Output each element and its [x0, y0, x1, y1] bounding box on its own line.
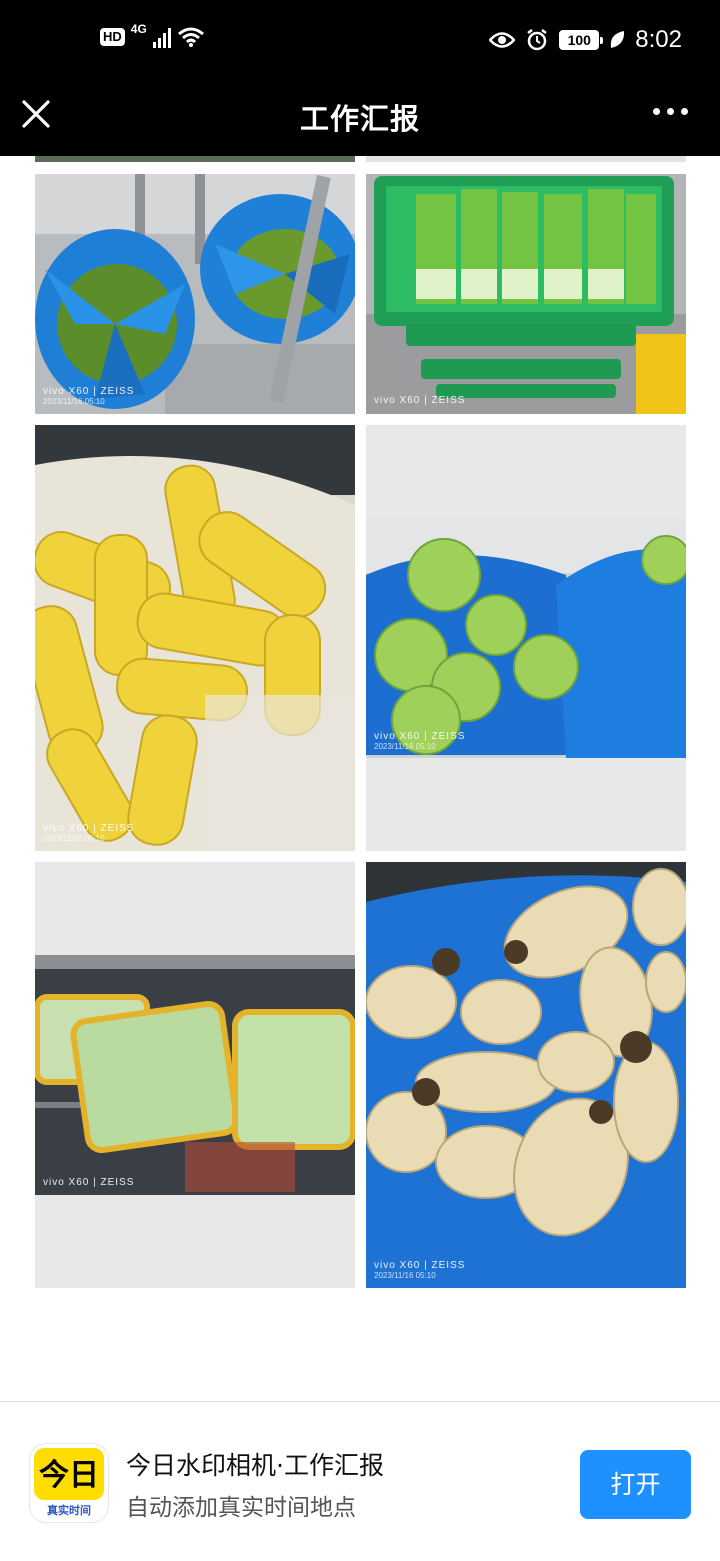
photo-tile[interactable]: vivo X60 | ZEISS 2023/11/16 05:10 [35, 174, 355, 414]
photo-tile[interactable]: vivo X60 | ZEISS 2023/11/16 05:10 [366, 862, 686, 1288]
photo-watermark: vivo X60 | ZEISS [374, 395, 466, 406]
app-logo-caption: 真实时间 [47, 1504, 91, 1517]
photo-watermark: vivo X60 | ZEISS 2023/11/16 05:10 [43, 823, 135, 843]
network-type: 4G [130, 22, 147, 36]
status-right: 100 8:02 [489, 26, 682, 54]
photo-tile[interactable]: vivo X60 | ZEISS [35, 862, 355, 1288]
more-icon[interactable] [653, 108, 688, 115]
photo-tile-partial-left[interactable] [35, 156, 355, 162]
eye-icon [489, 32, 516, 48]
photo-watermark: vivo X60 | ZEISS 2023/11/16 05:10 [374, 1260, 466, 1280]
photo-grid: vivo X60 | ZEISS 2023/11/16 05:10 vivo X… [0, 156, 720, 1401]
photo-watermark: vivo X60 | ZEISS 2023/11/16 05:10 [43, 386, 135, 406]
app-logo-icon[interactable]: 今日 真实时间 [30, 1444, 108, 1522]
photo-tile-partial-right[interactable] [366, 156, 686, 162]
alarm-icon [527, 29, 548, 51]
photo-tile[interactable]: vivo X60 | ZEISS [366, 174, 686, 414]
status-left: HD 4G [100, 22, 205, 48]
navigation-bar: 工作汇报 [0, 82, 720, 156]
photo-tile[interactable]: vivo X60 | ZEISS 2023/11/16 05:10 [366, 425, 686, 851]
photo-tile[interactable]: vivo X60 | ZEISS 2023/11/16 05:10 [35, 425, 355, 851]
battery-icon: 100 [559, 30, 604, 50]
app-download-banner: 今日 真实时间 今日水印相机·工作汇报 自动添加真实时间地点 打开 [0, 1401, 720, 1561]
wifi-icon [177, 27, 204, 47]
photo-watermark: vivo X60 | ZEISS [43, 1177, 135, 1188]
app-logo-text: 今日 [39, 1458, 99, 1493]
photo-watermark: vivo X60 | ZEISS 2023/11/16 05:10 [374, 731, 466, 751]
signal-icon [152, 26, 171, 48]
open-app-button[interactable]: 打开 [580, 1450, 691, 1519]
clock: 8:02 [635, 26, 682, 53]
app-subtitle: 自动添加真实时间地点 [126, 1495, 356, 1521]
leaf-icon [611, 31, 625, 48]
status-bar: HD 4G 100 8:02 [0, 0, 720, 82]
app-name: 今日水印相机·工作汇报 [126, 1451, 384, 1480]
page-title: 工作汇报 [299, 102, 420, 136]
hd-badge: HD [100, 28, 125, 46]
